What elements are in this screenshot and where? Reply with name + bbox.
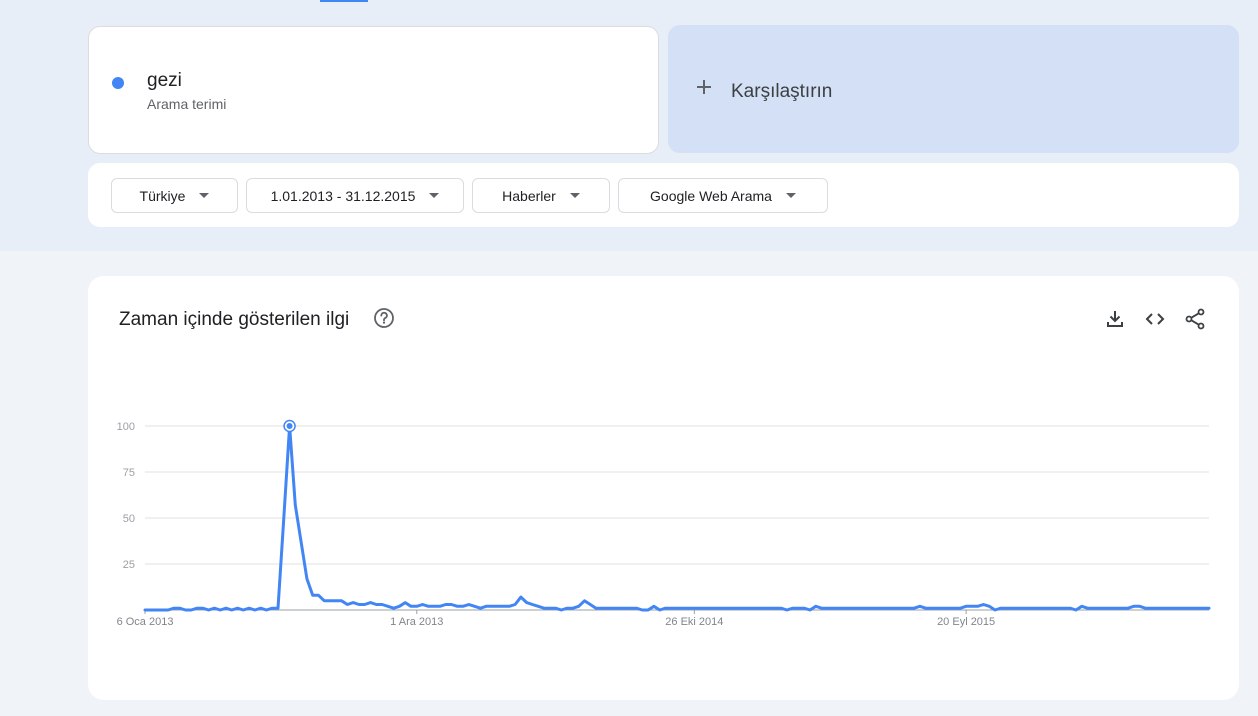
category-filter-label: Haberler (502, 187, 556, 204)
active-tab-indicator (320, 0, 368, 2)
y-tick-label: 25 (123, 559, 135, 571)
region-filter[interactable]: Türkiye (111, 178, 238, 213)
y-tick-label: 100 (117, 421, 135, 433)
y-tick-label: 75 (123, 467, 135, 479)
interest-chart: 100 75 50 25 6 Oca 2013 1 Ara 2013 26 Eki 2014… (117, 419, 1211, 628)
region-filter-label: Türkiye (139, 187, 186, 204)
peak-marker-point (286, 423, 293, 429)
x-tick-label: 20 Eyl 2015 (937, 616, 995, 628)
chevron-down-icon (199, 193, 210, 198)
chevron-down-icon (569, 193, 580, 198)
interest-over-time-card: Zaman içinde gösterilen ilgi 100 75 50 25 6 … (88, 276, 1239, 700)
x-tick-label: 26 Eki 2014 (665, 616, 723, 628)
category-filter[interactable]: Haberler (472, 178, 610, 213)
filter-bar: Türkiye 1.01.2013 - 31.12.2015 Haberler … (88, 163, 1239, 227)
search-term-name[interactable]: gezi (147, 70, 182, 92)
date-range-filter-label: 1.01.2013 - 31.12.2015 (270, 187, 416, 204)
search-term-type: Arama terimi (147, 96, 227, 112)
x-tick-label: 1 Ara 2013 (390, 616, 443, 628)
compare-button[interactable]: Karşılaştırın (668, 25, 1239, 153)
search-type-filter-label: Google Web Arama (650, 187, 772, 204)
term-color-dot-icon (112, 77, 124, 89)
chevron-down-icon (785, 193, 796, 198)
x-tick-label: 6 Oca 2013 (117, 616, 174, 628)
plus-icon (694, 77, 714, 97)
date-range-filter[interactable]: 1.01.2013 - 31.12.2015 (246, 178, 464, 213)
search-type-filter[interactable]: Google Web Arama (618, 178, 828, 213)
y-tick-label: 50 (123, 513, 135, 525)
chevron-down-icon (429, 193, 440, 198)
search-term-card[interactable]: gezi Arama terimi (88, 26, 659, 154)
compare-label: Karşılaştırın (731, 81, 833, 102)
